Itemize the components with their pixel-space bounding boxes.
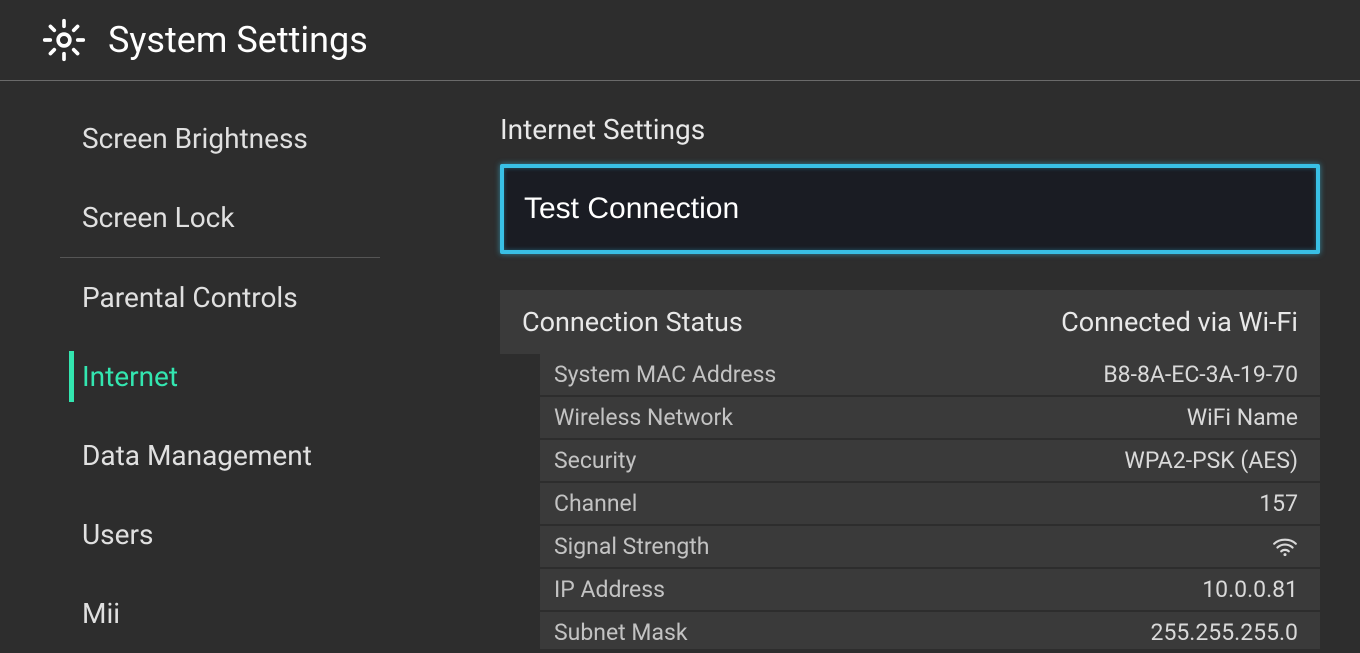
status-row-security: Security WPA2-PSK (AES) [540, 440, 1320, 483]
status-row-label: Subnet Mask [554, 619, 688, 646]
status-row-wireless-network: Wireless Network WiFi Name [540, 397, 1320, 440]
status-row-value: WiFi Name [1187, 404, 1298, 431]
sidebar-item-screen-lock[interactable]: Screen Lock [0, 178, 440, 257]
status-row-value: WPA2-PSK (AES) [1124, 447, 1298, 474]
page-title: System Settings [108, 19, 368, 61]
status-row-label: System MAC Address [554, 361, 776, 388]
status-row-label: Channel [554, 490, 637, 517]
status-row-mac-address: System MAC Address B8-8A-EC-3A-19-70 [540, 354, 1320, 397]
sidebar-item-internet[interactable]: Internet [0, 337, 440, 416]
test-connection-button[interactable]: Test Connection [500, 164, 1320, 254]
sidebar-item-users[interactable]: Users [0, 495, 440, 574]
sidebar-item-screen-brightness[interactable]: Screen Brightness [0, 99, 440, 178]
connection-status-value: Connected via Wi-Fi [1061, 306, 1298, 338]
status-row-label: Wireless Network [554, 404, 733, 431]
status-row-value: 255.255.255.0 [1151, 619, 1298, 646]
app-header: System Settings [0, 0, 1360, 81]
status-row-label: IP Address [554, 576, 665, 603]
sidebar-item-data-management[interactable]: Data Management [0, 416, 440, 495]
section-heading-internet-settings: Internet Settings [500, 103, 1320, 164]
connection-status-header: Connection Status Connected via Wi-Fi [500, 290, 1320, 354]
sidebar-item-mii[interactable]: Mii [0, 574, 440, 653]
status-row-ip-address: IP Address 10.0.0.81 [540, 569, 1320, 612]
sidebar: Screen Brightness Screen Lock Parental C… [0, 81, 440, 649]
connection-status-block: Connection Status Connected via Wi-Fi Sy… [500, 290, 1320, 649]
wifi-icon [1272, 537, 1298, 557]
connection-status-label: Connection Status [522, 306, 743, 338]
status-row-value: 10.0.0.81 [1202, 576, 1298, 603]
status-row-signal-strength: Signal Strength [540, 526, 1320, 569]
settings-gear-icon [42, 18, 86, 62]
main-panel: Internet Settings Test Connection Connec… [440, 81, 1360, 649]
status-row-subnet-mask: Subnet Mask 255.255.255.0 [540, 612, 1320, 649]
sidebar-item-parental-controls[interactable]: Parental Controls [0, 258, 440, 337]
status-row-value: 157 [1259, 490, 1298, 517]
status-row-channel: Channel 157 [540, 483, 1320, 526]
status-row-label: Signal Strength [554, 533, 709, 560]
status-row-label: Security [554, 447, 636, 474]
status-row-value: B8-8A-EC-3A-19-70 [1103, 361, 1298, 388]
